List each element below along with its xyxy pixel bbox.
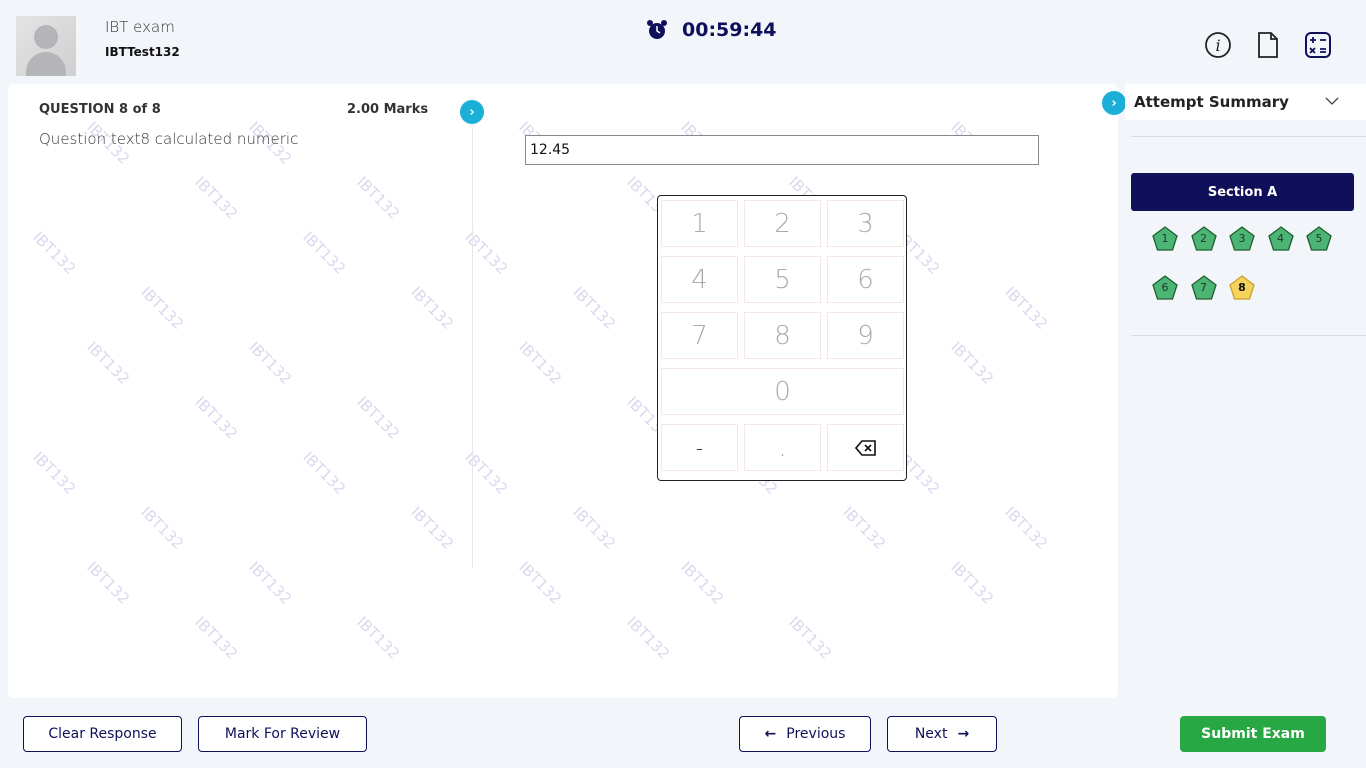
key-3[interactable]: 3	[827, 200, 904, 247]
username: IBTTest132	[105, 45, 180, 59]
watermark: IBT132	[245, 338, 296, 388]
watermark: IBT132	[947, 558, 998, 608]
key-minus[interactable]: -	[661, 424, 738, 471]
key-8[interactable]: 8	[744, 312, 821, 359]
next-button[interactable]: Next →	[887, 716, 997, 752]
question-nav-number: 1	[1161, 232, 1169, 245]
question-nav-3[interactable]: 3	[1228, 225, 1256, 253]
watermark: IBT132	[83, 338, 134, 388]
question-nav-5[interactable]: 5	[1305, 225, 1333, 253]
watermark: IBT132	[515, 338, 566, 388]
exam-name: IBT exam	[105, 18, 175, 36]
watermark: IBT132	[137, 503, 188, 553]
watermark: IBT132	[785, 613, 836, 663]
collapse-question-button[interactable]: ›	[460, 100, 484, 124]
key-4[interactable]: 4	[661, 256, 738, 303]
question-nav-7[interactable]: 7	[1190, 274, 1218, 302]
watermark: IBT132	[245, 558, 296, 608]
watermark: IBT132	[461, 228, 512, 278]
pane-divider[interactable]	[472, 128, 473, 568]
mark-for-review-button[interactable]: Mark For Review	[198, 716, 367, 752]
chevron-down-icon[interactable]	[1325, 96, 1339, 106]
key-9[interactable]: 9	[827, 312, 904, 359]
answer-input[interactable]	[525, 135, 1039, 165]
backspace-icon	[854, 439, 876, 456]
question-nav-1[interactable]: 1	[1151, 225, 1179, 253]
question-nav-8[interactable]: 8	[1228, 274, 1256, 302]
arrow-left-icon: ←	[764, 726, 777, 742]
watermark: IBT132	[191, 173, 242, 223]
watermark: IBT132	[623, 613, 674, 663]
svg-text:i: i	[1215, 36, 1220, 55]
divider	[1131, 335, 1366, 336]
timer: 00:59:44	[646, 19, 777, 41]
calculator-icon[interactable]	[1304, 31, 1332, 59]
question-number: QUESTION 8 of 8	[39, 102, 161, 117]
question-nav-number: 5	[1315, 232, 1323, 245]
submit-exam-button[interactable]: Submit Exam	[1180, 716, 1326, 752]
section-a-button[interactable]: Section A	[1131, 173, 1354, 211]
watermark: IBT132	[407, 283, 458, 333]
mark-for-review-label: Mark For Review	[224, 726, 341, 742]
question-nav-number: 3	[1238, 232, 1246, 245]
clear-response-button[interactable]: Clear Response	[23, 716, 182, 752]
question-nav-number: 7	[1200, 281, 1207, 294]
watermark: IBT132	[353, 613, 404, 663]
divider	[1131, 136, 1366, 137]
question-nav-number: 2	[1200, 232, 1207, 245]
backspace-key[interactable]	[827, 424, 904, 471]
chevron-right-icon: ›	[469, 104, 475, 120]
arrow-right-icon: →	[957, 726, 970, 742]
toggle-summary-button[interactable]: ›	[1102, 91, 1126, 115]
alarm-clock-icon	[647, 20, 667, 39]
timer-value: 00:59:44	[682, 19, 777, 41]
previous-label: Previous	[786, 726, 846, 742]
question-text: Question text8 calculated numeric	[39, 130, 299, 148]
watermark: IBT132	[191, 613, 242, 663]
watermark: IBT132	[137, 283, 188, 333]
watermark: IBT132	[839, 503, 890, 553]
watermark: IBT132	[299, 448, 350, 498]
watermark: IBT132	[1001, 503, 1052, 553]
question-marks: 2.00 Marks	[347, 102, 429, 117]
info-icon[interactable]: i	[1204, 31, 1232, 59]
watermark: IBT132	[1001, 283, 1052, 333]
clear-response-label: Clear Response	[48, 726, 157, 742]
watermark: IBT132	[461, 448, 512, 498]
question-nav-number: 4	[1277, 232, 1284, 245]
key-7[interactable]: 7	[661, 312, 738, 359]
key-decimal[interactable]: .	[744, 424, 821, 471]
watermark: IBT132	[353, 173, 404, 223]
key-5[interactable]: 5	[744, 256, 821, 303]
watermark: IBT132	[569, 503, 620, 553]
watermark: IBT132	[299, 228, 350, 278]
key-1[interactable]: 1	[661, 200, 738, 247]
numeric-keypad: 123 456 789 0 -.	[657, 195, 907, 481]
watermark: IBT132	[569, 283, 620, 333]
question-nav-4[interactable]: 4	[1267, 225, 1295, 253]
question-nav-2[interactable]: 2	[1190, 225, 1218, 253]
watermark: IBT132	[407, 503, 458, 553]
question-area: IBT132 IBT132 IBT132 IBT132 IBT132 IBT132 IBT1…	[8, 84, 1118, 698]
watermark: IBT132	[353, 393, 404, 443]
previous-button[interactable]: ← Previous	[739, 716, 871, 752]
watermark: IBT132	[29, 448, 80, 498]
attempt-summary-title: Attempt Summary	[1134, 93, 1289, 111]
watermark: IBT132	[83, 558, 134, 608]
watermark: IBT132	[677, 558, 728, 608]
next-label: Next	[914, 726, 948, 742]
watermark: IBT132	[29, 228, 80, 278]
key-6[interactable]: 6	[827, 256, 904, 303]
key-2[interactable]: 2	[744, 200, 821, 247]
question-nav-number: 8	[1238, 281, 1246, 294]
key-0[interactable]: 0	[661, 368, 904, 415]
question-nav-number: 6	[1161, 281, 1169, 294]
avatar	[16, 16, 76, 76]
watermark: IBT132	[947, 338, 998, 388]
document-icon[interactable]	[1254, 31, 1282, 59]
watermark: IBT132	[515, 558, 566, 608]
question-nav-6[interactable]: 6	[1151, 274, 1179, 302]
chevron-right-icon: ›	[1111, 95, 1117, 111]
watermark: IBT132	[191, 393, 242, 443]
